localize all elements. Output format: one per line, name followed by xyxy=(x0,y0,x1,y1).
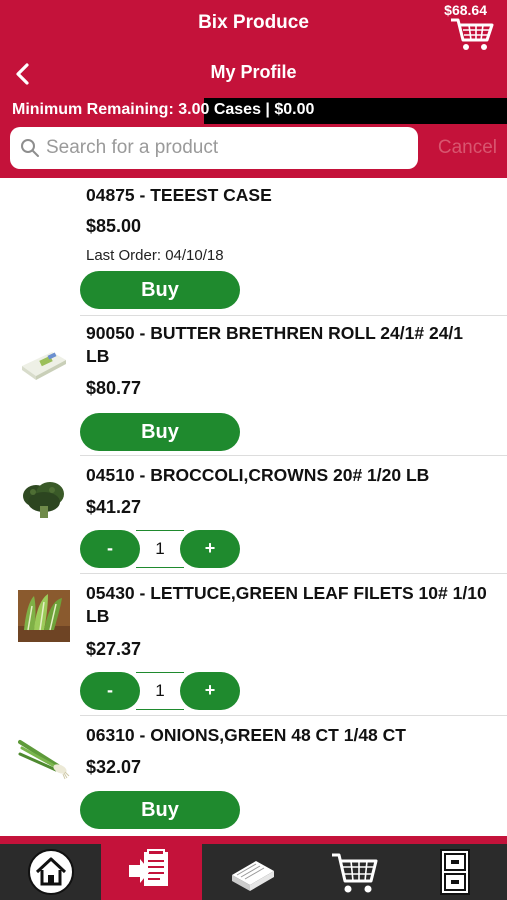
decrease-button[interactable]: - xyxy=(80,530,140,568)
last-order-date: Last Order: 04/10/18 xyxy=(86,247,224,264)
bottom-tab-bar xyxy=(0,836,507,900)
product-item: 90050 - BUTTER BRETHREN ROLL 24/1# 24/1 … xyxy=(0,316,507,456)
cart-icon xyxy=(331,853,377,893)
tab-filing-cabinet[interactable] xyxy=(404,844,505,900)
decrease-button[interactable]: - xyxy=(80,672,140,710)
increase-button[interactable]: + xyxy=(180,672,240,710)
increase-button[interactable]: + xyxy=(180,530,240,568)
product-name: 04510 - BROCCOLI,CROWNS 20# 1/20 LB xyxy=(86,465,430,485)
butter-roll-image xyxy=(18,336,70,388)
tab-cart[interactable] xyxy=(303,844,404,900)
buy-button[interactable]: Buy xyxy=(80,271,240,309)
cart-icon[interactable] xyxy=(449,16,495,52)
buy-button[interactable]: Buy xyxy=(80,791,240,829)
tab-order-list[interactable] xyxy=(101,844,202,900)
green-onion-image xyxy=(18,732,70,784)
product-price: $80.77 xyxy=(86,378,142,398)
order-list-icon xyxy=(128,849,168,886)
product-price: $27.37 xyxy=(86,639,142,659)
cancel-button[interactable]: Cancel xyxy=(438,137,497,159)
product-item: 06310 - ONIONS,GREEN 48 CT 1/48 CT $32.0… xyxy=(0,716,507,836)
quantity-stepper: 1 - + xyxy=(80,530,240,568)
tab-home[interactable] xyxy=(0,844,101,900)
quantity-stepper: 1 - + xyxy=(80,672,240,710)
product-item: 04510 - BROCCOLI,CROWNS 20# 1/20 LB $41.… xyxy=(0,456,507,574)
lettuce-image xyxy=(18,590,70,642)
product-price: $85.00 xyxy=(86,216,142,236)
minimum-remaining-bar: Minimum Remaining: 3.00 Cases | $0.00 xyxy=(0,98,507,124)
tab-catalog[interactable] xyxy=(202,844,303,900)
product-name: 05430 - LETTUCE,GREEN LEAF FILETS 10# 1/… xyxy=(86,583,487,626)
app-title: Bix Produce xyxy=(198,12,309,33)
broccoli-image xyxy=(18,474,70,526)
quantity-value[interactable]: 1 xyxy=(136,672,184,710)
product-price: $32.07 xyxy=(86,757,142,777)
search-input[interactable] xyxy=(46,135,406,161)
product-name: 04875 - TEEEST CASE xyxy=(86,185,272,205)
page-title: My Profile xyxy=(210,62,297,82)
product-name: 06310 - ONIONS,GREEN 48 CT 1/48 CT xyxy=(86,725,406,745)
filing-cabinet-icon xyxy=(439,849,470,895)
tab-bar-accent-line xyxy=(0,836,507,844)
home-icon xyxy=(27,849,74,895)
catalog-book-icon xyxy=(231,861,274,891)
search-bar: Cancel xyxy=(0,124,507,178)
product-price: $41.27 xyxy=(86,497,142,517)
product-list[interactable]: 04875 - TEEEST CASE $85.00 Last Order: 0… xyxy=(0,178,507,836)
product-name: 90050 - BUTTER BRETHREN ROLL 24/1# 24/1 … xyxy=(86,323,464,366)
search-icon xyxy=(21,139,39,157)
product-item: 04875 - TEEEST CASE $85.00 Last Order: 0… xyxy=(0,178,507,316)
buy-button[interactable]: Buy xyxy=(80,413,240,451)
search-box[interactable] xyxy=(10,127,418,169)
quantity-value[interactable]: 1 xyxy=(136,530,184,568)
minimum-remaining-text: Minimum Remaining: 3.00 Cases | $0.00 xyxy=(12,101,315,118)
app-header: Bix Produce $68.64 My Profile xyxy=(0,0,507,98)
product-item: 05430 - LETTUCE,GREEN LEAF FILETS 10# 1/… xyxy=(0,574,507,716)
